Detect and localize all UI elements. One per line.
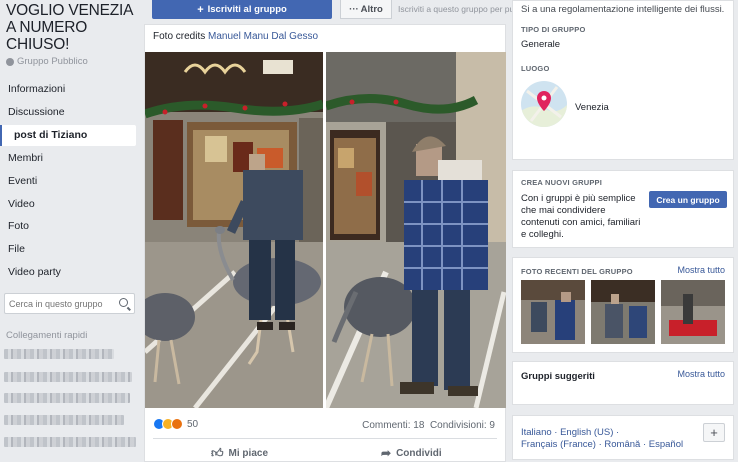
share-arrow-icon: ➦ <box>381 446 392 460</box>
group-privacy: Gruppo Pubblico <box>6 56 88 67</box>
share-button[interactable]: ➦ Condividi <box>381 446 442 460</box>
quick-link-blurred[interactable] <box>4 393 130 403</box>
group-type-value: Generale <box>521 39 561 50</box>
group-title[interactable]: VOGLIO VENEZIA A NUMERO CHIUSO! <box>6 2 141 53</box>
sidebar-item-eventi[interactable]: Eventi <box>0 171 136 192</box>
more-dots-icon: ··· <box>349 3 359 15</box>
location-title: LUOGO <box>521 64 550 73</box>
create-group-text-3: contenuti con amici, familiari <box>521 217 641 228</box>
post-stats: Commenti: 18 Condivisioni: 9 <box>362 420 495 431</box>
post-divider <box>153 438 497 439</box>
sidebar-item-video[interactable]: Video <box>0 194 136 215</box>
recent-photo-image <box>521 280 585 344</box>
more-label: Altro <box>360 3 383 15</box>
reaction-summary[interactable]: 50 <box>153 418 198 430</box>
group-type-title: TIPO DI GRUPPO <box>521 25 586 34</box>
recent-photo-image <box>591 280 655 344</box>
location-value[interactable]: Venezia <box>575 102 609 113</box>
suggested-groups-see-all[interactable]: Mostra tutto <box>677 369 725 379</box>
recent-photo-thumb[interactable] <box>521 280 585 344</box>
about-description: Si a una regolamentazione intelligente d… <box>521 4 725 15</box>
sidebar-item-file[interactable]: File <box>0 239 136 260</box>
quick-links-title: Collegamenti rapidi <box>6 330 88 341</box>
plus-icon: + <box>197 3 204 16</box>
join-group-label: Iscriviti al gruppo <box>207 4 287 15</box>
left-sidebar: VOGLIO VENEZIA A NUMERO CHIUSO! Gruppo P… <box>0 0 143 462</box>
search-icon[interactable] <box>119 298 128 307</box>
comment-count[interactable]: Commenti: 18 <box>362 420 424 431</box>
globe-icon <box>6 57 14 66</box>
share-label: Condividi <box>396 447 442 459</box>
about-card: Si a una regolamentazione intelligente d… <box>512 0 734 160</box>
group-action-bar: + Iscriviti al gruppo ··· Altro Iscrivit… <box>152 0 603 20</box>
location-map[interactable] <box>521 81 567 127</box>
create-group-button[interactable]: Crea un gruppo <box>649 191 727 208</box>
suggested-groups-card: Gruppi suggeriti Mostra tutto <box>512 361 734 405</box>
recent-photo-thumb[interactable] <box>591 280 655 344</box>
street-scene-image <box>145 52 323 408</box>
join-group-button[interactable]: + Iscriviti al gruppo <box>152 0 332 19</box>
language-list-line2[interactable]: Français (France) · Română · Español <box>521 439 683 450</box>
create-group-title: CREA NUOVI GRUPPI <box>521 178 603 187</box>
post-card: Foto credits Manuel Manu Dal Gesso 50 Co… <box>144 24 506 462</box>
share-count[interactable]: Condivisioni: 9 <box>430 420 495 431</box>
sidebar-item-foto[interactable]: Foto <box>0 216 136 237</box>
language-list-line1[interactable]: Italiano · English (US) · <box>521 427 619 438</box>
quick-link-blurred[interactable] <box>4 372 132 382</box>
quick-link-blurred[interactable] <box>4 349 114 359</box>
add-language-button[interactable]: + <box>703 423 725 442</box>
language-card: Italiano · English (US) · Français (Fran… <box>512 415 734 460</box>
photo-credits-prefix: Foto credits <box>153 31 206 42</box>
post-photo-right[interactable] <box>326 52 506 408</box>
recent-photo-image <box>661 280 725 344</box>
photo-credits-author-link[interactable]: Manuel Manu Dal Gesso <box>208 31 318 42</box>
group-search[interactable] <box>4 293 135 314</box>
street-scene-image <box>326 52 506 408</box>
sidebar-item-discussione[interactable]: Discussione <box>0 102 136 123</box>
post-photo-left[interactable] <box>145 52 323 408</box>
quick-link-blurred[interactable] <box>4 437 136 447</box>
recent-photos-title: FOTO RECENTI DEL GRUPPO <box>521 267 633 276</box>
sidebar-item-video-party[interactable]: Video party <box>0 262 136 283</box>
quick-link-blurred[interactable] <box>4 415 124 425</box>
reaction-count: 50 <box>187 418 199 430</box>
create-group-card: CREA NUOVI GRUPPI Con i gruppi è più sem… <box>512 170 734 248</box>
like-button[interactable]: 👍︎ Mi piace <box>211 446 268 461</box>
create-group-text-1: Con i gruppi è più semplice <box>521 193 636 204</box>
suggested-groups-title: Gruppi suggeriti <box>521 371 595 382</box>
create-group-text-4: e colleghi. <box>521 229 564 240</box>
map-thumbnail-icon <box>521 81 567 127</box>
recent-photos-see-all[interactable]: Mostra tutto <box>677 265 725 275</box>
create-group-text-2: che mai condividere <box>521 205 606 216</box>
group-search-input[interactable] <box>5 294 117 313</box>
sidebar-item-informazioni[interactable]: Informazioni <box>0 79 136 100</box>
photo-credits: Foto credits Manuel Manu Dal Gesso <box>153 31 318 42</box>
recent-photo-thumb[interactable] <box>661 280 725 344</box>
sidebar-item-membri[interactable]: Membri <box>0 148 136 169</box>
thumbs-up-icon: 👍︎ <box>211 446 224 460</box>
angry-reaction-icon <box>171 418 183 430</box>
recent-photos-card: FOTO RECENTI DEL GRUPPO Mostra tutto <box>512 257 734 353</box>
group-privacy-label: Gruppo Pubblico <box>17 56 88 67</box>
more-button[interactable]: ··· Altro <box>340 0 392 19</box>
like-label: Mi piace <box>228 448 269 459</box>
sidebar-item-post-di-tiziano[interactable]: post di Tiziano <box>0 125 136 146</box>
